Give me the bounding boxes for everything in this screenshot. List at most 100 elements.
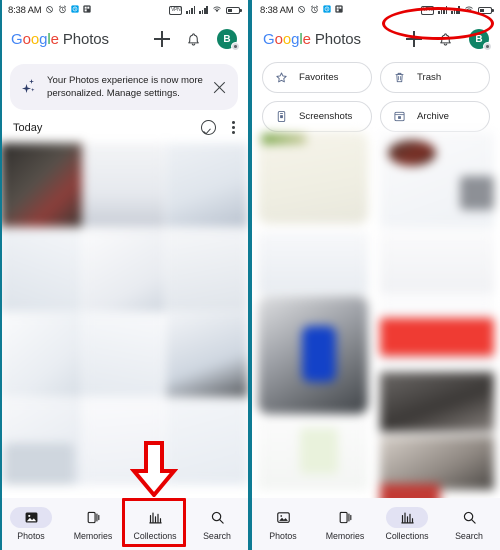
bell-icon[interactable] (186, 32, 201, 47)
photo-detail (388, 140, 436, 166)
left-app-bar-actions: B (154, 29, 240, 51)
photo-thumbnail[interactable] (83, 143, 165, 227)
star-icon (275, 71, 288, 84)
section-title: Today (13, 121, 43, 134)
down-arrow-annotation (130, 441, 178, 497)
photo-icon (276, 510, 291, 525)
app-badge-2-icon (335, 5, 344, 15)
close-icon[interactable] (213, 81, 226, 94)
vpn-icon: VPN (169, 5, 183, 15)
nav-item-collections[interactable]: Collections (124, 507, 186, 541)
nav-item-collections[interactable]: Collections (376, 507, 438, 541)
today-section-header: Today (0, 118, 248, 143)
right-bottom-nav: Photos Memories Collections Search (252, 498, 500, 550)
nav-label: Collections (385, 531, 429, 541)
section-actions (201, 120, 235, 135)
nav-pill (72, 507, 114, 528)
app-badge-icon (71, 5, 80, 15)
add-icon[interactable] (406, 31, 422, 47)
photo-detail (300, 428, 338, 474)
nav-label: Memories (73, 531, 113, 541)
logo-letter: G (263, 30, 275, 48)
chip-label: Trash (417, 72, 442, 83)
status-bar-right-group: VPN (169, 5, 242, 15)
vpn-icon: VPN (421, 5, 435, 15)
nav-label: Collections (133, 531, 177, 541)
photo-thumbnail[interactable] (380, 436, 494, 490)
wifi-icon (212, 5, 222, 15)
bell-icon[interactable] (438, 32, 453, 47)
signal-1-icon (438, 6, 448, 14)
photo-detail (302, 326, 336, 382)
nav-pill (262, 507, 304, 528)
photo-thumbnail[interactable] (83, 228, 165, 312)
collections-icon (148, 510, 163, 525)
mute-icon (297, 5, 306, 16)
archive-icon (393, 110, 406, 123)
signal-1-icon (186, 6, 196, 14)
logo-letter: e (302, 30, 311, 48)
chip-favorites[interactable]: Favorites (262, 62, 372, 93)
chip-trash[interactable]: Trash (380, 62, 490, 93)
photo-thumbnail[interactable] (166, 313, 248, 397)
status-bar-left-group: 8:38 AM (8, 4, 92, 16)
memories-icon (338, 510, 353, 525)
banner-message: Your Photos experience is now more perso… (47, 75, 203, 99)
nav-item-memories[interactable]: Memories (314, 507, 376, 541)
photo-thumbnail[interactable] (166, 228, 248, 312)
nav-item-photos[interactable]: Photos (0, 507, 62, 541)
chip-label: Archive (417, 111, 449, 122)
photo-thumbnail[interactable] (380, 232, 494, 294)
logo-word-photos: Photos (62, 30, 109, 48)
photo-detail (460, 176, 494, 210)
nav-item-search[interactable]: Search (438, 507, 500, 541)
nav-pill (134, 507, 176, 528)
add-icon[interactable] (154, 31, 170, 47)
photo-thumbnail[interactable] (258, 132, 368, 224)
photo-thumbnail[interactable] (0, 143, 82, 227)
search-icon (462, 510, 477, 525)
photo-thumbnail[interactable] (0, 228, 82, 312)
chip-archive[interactable]: Archive (380, 101, 490, 132)
photo-thumbnail[interactable] (258, 232, 368, 294)
right-photo-grid[interactable] (252, 132, 500, 517)
sparkle-icon (21, 79, 37, 95)
alarm-icon (58, 5, 67, 16)
account-avatar[interactable]: B (217, 29, 240, 51)
app-badge-icon (323, 5, 332, 15)
personalization-banner[interactable]: Your Photos experience is now more perso… (10, 64, 238, 110)
status-bar-clock: 8:38 AM (8, 4, 42, 16)
chip-label: Favorites (299, 72, 339, 83)
left-photo-grid[interactable] (0, 143, 248, 485)
nav-item-memories[interactable]: Memories (62, 507, 124, 541)
chip-screenshots[interactable]: Screenshots (262, 101, 372, 132)
mute-icon (45, 5, 54, 16)
photo-thumbnail[interactable] (166, 143, 248, 227)
photo-thumbnail[interactable] (166, 398, 248, 485)
left-bottom-nav: Photos Memories Collections Search (0, 498, 248, 550)
nav-pill (324, 507, 366, 528)
trash-icon (393, 71, 406, 84)
nav-label: Memories (325, 531, 365, 541)
logo-letter: o (30, 30, 40, 48)
photo-thumbnail[interactable] (0, 313, 82, 397)
avatar-initial: B (475, 33, 483, 45)
logo-letter: o (22, 30, 31, 48)
nav-pill (448, 507, 490, 528)
collections-icon (400, 510, 415, 525)
nav-item-photos[interactable]: Photos (252, 507, 314, 541)
kebab-menu-icon[interactable] (232, 120, 235, 135)
account-avatar[interactable]: B (469, 29, 492, 51)
status-bar-right-group: VPN (421, 5, 494, 15)
check-circle-icon[interactable] (201, 120, 216, 135)
logo-letter: e (50, 30, 59, 48)
photo-icon (24, 510, 39, 525)
photo-thumbnail[interactable] (380, 372, 494, 432)
photo-thumbnail[interactable] (4, 443, 74, 485)
photo-thumbnail[interactable] (83, 313, 165, 397)
left-app-bar: Google Photos B (0, 20, 248, 58)
nav-active-pill (386, 507, 428, 528)
left-status-bar: 8:38 AM VPN (0, 0, 248, 20)
nav-item-search[interactable]: Search (186, 507, 248, 541)
right-status-bar: 8:38 AM VPN (252, 0, 500, 20)
